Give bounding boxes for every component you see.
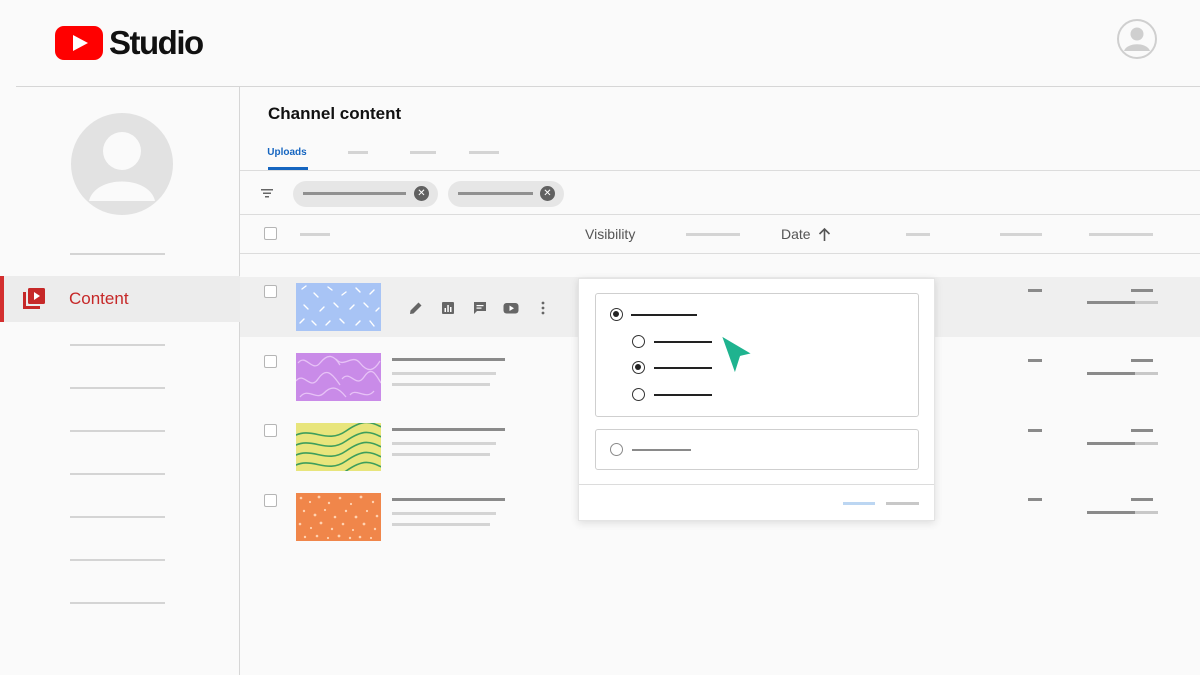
cell-placeholder xyxy=(1131,359,1153,362)
filter-chip[interactable]: ✕ xyxy=(293,181,438,207)
option-label-placeholder xyxy=(632,449,691,451)
video-title-placeholder xyxy=(392,428,505,431)
option-label-placeholder xyxy=(654,367,712,369)
cell-placeholder xyxy=(1131,498,1153,501)
sidebar-item-placeholder[interactable] xyxy=(70,473,165,475)
video-desc-placeholder xyxy=(392,442,496,445)
sidebar-item-placeholder[interactable] xyxy=(70,516,165,518)
option-label-placeholder xyxy=(654,394,712,396)
row-checkbox[interactable] xyxy=(264,424,277,437)
sidebar-item-placeholder[interactable] xyxy=(70,559,165,561)
video-library-icon xyxy=(23,288,45,309)
radio-option-secondary[interactable] xyxy=(610,443,623,456)
video-thumbnail[interactable] xyxy=(296,423,381,471)
column-header-placeholder xyxy=(1000,233,1042,236)
row-checkbox[interactable] xyxy=(264,285,277,298)
logo-text: Studio xyxy=(109,24,204,61)
person-icon xyxy=(1123,27,1150,51)
radio-nested-option-2[interactable] xyxy=(632,361,645,374)
sidebar-item-placeholder[interactable] xyxy=(70,602,165,604)
filter-icon[interactable] xyxy=(260,186,274,200)
sidebar-item-placeholder[interactable] xyxy=(70,253,165,255)
tab-uploads[interactable]: Uploads xyxy=(262,147,312,158)
cell-placeholder xyxy=(1028,498,1042,501)
video-title-placeholder xyxy=(392,498,505,501)
analytics-icon[interactable] xyxy=(439,299,457,317)
select-all-checkbox[interactable] xyxy=(264,227,277,240)
channel-avatar[interactable] xyxy=(71,113,173,215)
cell-placeholder xyxy=(1028,359,1042,362)
radio-nested-option-3[interactable] xyxy=(632,388,645,401)
thumbnail-pattern xyxy=(296,355,381,398)
option-label-placeholder xyxy=(631,314,697,316)
tab-placeholder[interactable] xyxy=(469,151,499,154)
tab-placeholder[interactable] xyxy=(410,151,436,154)
chip-label-placeholder xyxy=(303,192,406,195)
video-desc-placeholder xyxy=(392,523,490,526)
thumbnail-pattern xyxy=(298,495,379,540)
column-header-placeholder xyxy=(1089,233,1153,236)
video-desc-placeholder xyxy=(392,453,490,456)
video-desc-placeholder xyxy=(392,372,496,375)
tabs-divider xyxy=(240,170,1200,171)
radio-nested-option-1[interactable] xyxy=(632,335,645,348)
progress-fill xyxy=(1087,372,1135,375)
active-indicator xyxy=(0,276,4,322)
sidebar-item-content[interactable]: Content xyxy=(0,276,240,322)
radio-option-main[interactable] xyxy=(610,308,623,321)
video-desc-placeholder xyxy=(392,512,496,515)
account-avatar[interactable] xyxy=(1117,19,1157,59)
progress-fill xyxy=(1087,511,1135,514)
visibility-option-single[interactable] xyxy=(595,429,919,470)
pencil-icon[interactable] xyxy=(407,299,425,317)
video-thumbnail[interactable] xyxy=(296,283,381,331)
row-checkbox[interactable] xyxy=(264,355,277,368)
youtube-play-icon xyxy=(55,26,103,60)
cell-placeholder xyxy=(1028,429,1042,432)
column-header-placeholder xyxy=(686,233,740,236)
mouse-cursor-icon xyxy=(718,332,756,378)
column-header-visibility[interactable]: Visibility xyxy=(585,226,635,242)
video-thumbnail[interactable] xyxy=(296,353,381,401)
progress-fill xyxy=(1087,442,1135,445)
sidebar-item-placeholder[interactable] xyxy=(70,344,165,346)
header-row-divider xyxy=(240,253,1200,254)
close-icon[interactable]: ✕ xyxy=(414,186,429,201)
top-app-bar: Studio xyxy=(0,0,1200,86)
popup-footer-divider xyxy=(579,484,934,485)
sidebar-item-label: Content xyxy=(69,289,129,308)
comments-icon[interactable] xyxy=(471,299,489,317)
youtube-icon[interactable] xyxy=(502,299,520,317)
column-header-date[interactable]: Date xyxy=(781,226,811,242)
progress-fill xyxy=(1087,301,1135,304)
column-header-placeholder xyxy=(906,233,930,236)
person-icon xyxy=(89,132,155,201)
video-thumbnail[interactable] xyxy=(296,493,381,541)
cell-placeholder xyxy=(1131,429,1153,432)
video-title-placeholder xyxy=(392,358,505,361)
thumbnail-pattern xyxy=(296,423,381,471)
more-options-icon[interactable] xyxy=(534,299,552,317)
chip-label-placeholder xyxy=(458,192,533,195)
studio-logo[interactable]: Studio xyxy=(55,24,204,62)
visibility-popup xyxy=(578,278,935,521)
close-icon[interactable]: ✕ xyxy=(540,186,555,201)
sidebar-item-placeholder[interactable] xyxy=(70,430,165,432)
thumbnail-pattern xyxy=(299,285,380,327)
arrow-up-icon[interactable] xyxy=(817,227,832,242)
tab-placeholder[interactable] xyxy=(348,151,368,154)
column-header-placeholder xyxy=(300,233,330,236)
sidebar-item-placeholder[interactable] xyxy=(70,387,165,389)
cell-placeholder xyxy=(1028,289,1042,292)
row-checkbox[interactable] xyxy=(264,494,277,507)
cancel-button-placeholder[interactable] xyxy=(886,502,919,505)
filter-divider xyxy=(240,214,1200,215)
page-title: Channel content xyxy=(268,104,402,123)
sidebar: Content xyxy=(0,87,240,675)
cell-placeholder xyxy=(1131,289,1153,292)
filter-chip[interactable]: ✕ xyxy=(448,181,564,207)
option-label-placeholder xyxy=(654,341,712,343)
video-desc-placeholder xyxy=(392,383,490,386)
done-button-placeholder[interactable] xyxy=(843,502,875,505)
